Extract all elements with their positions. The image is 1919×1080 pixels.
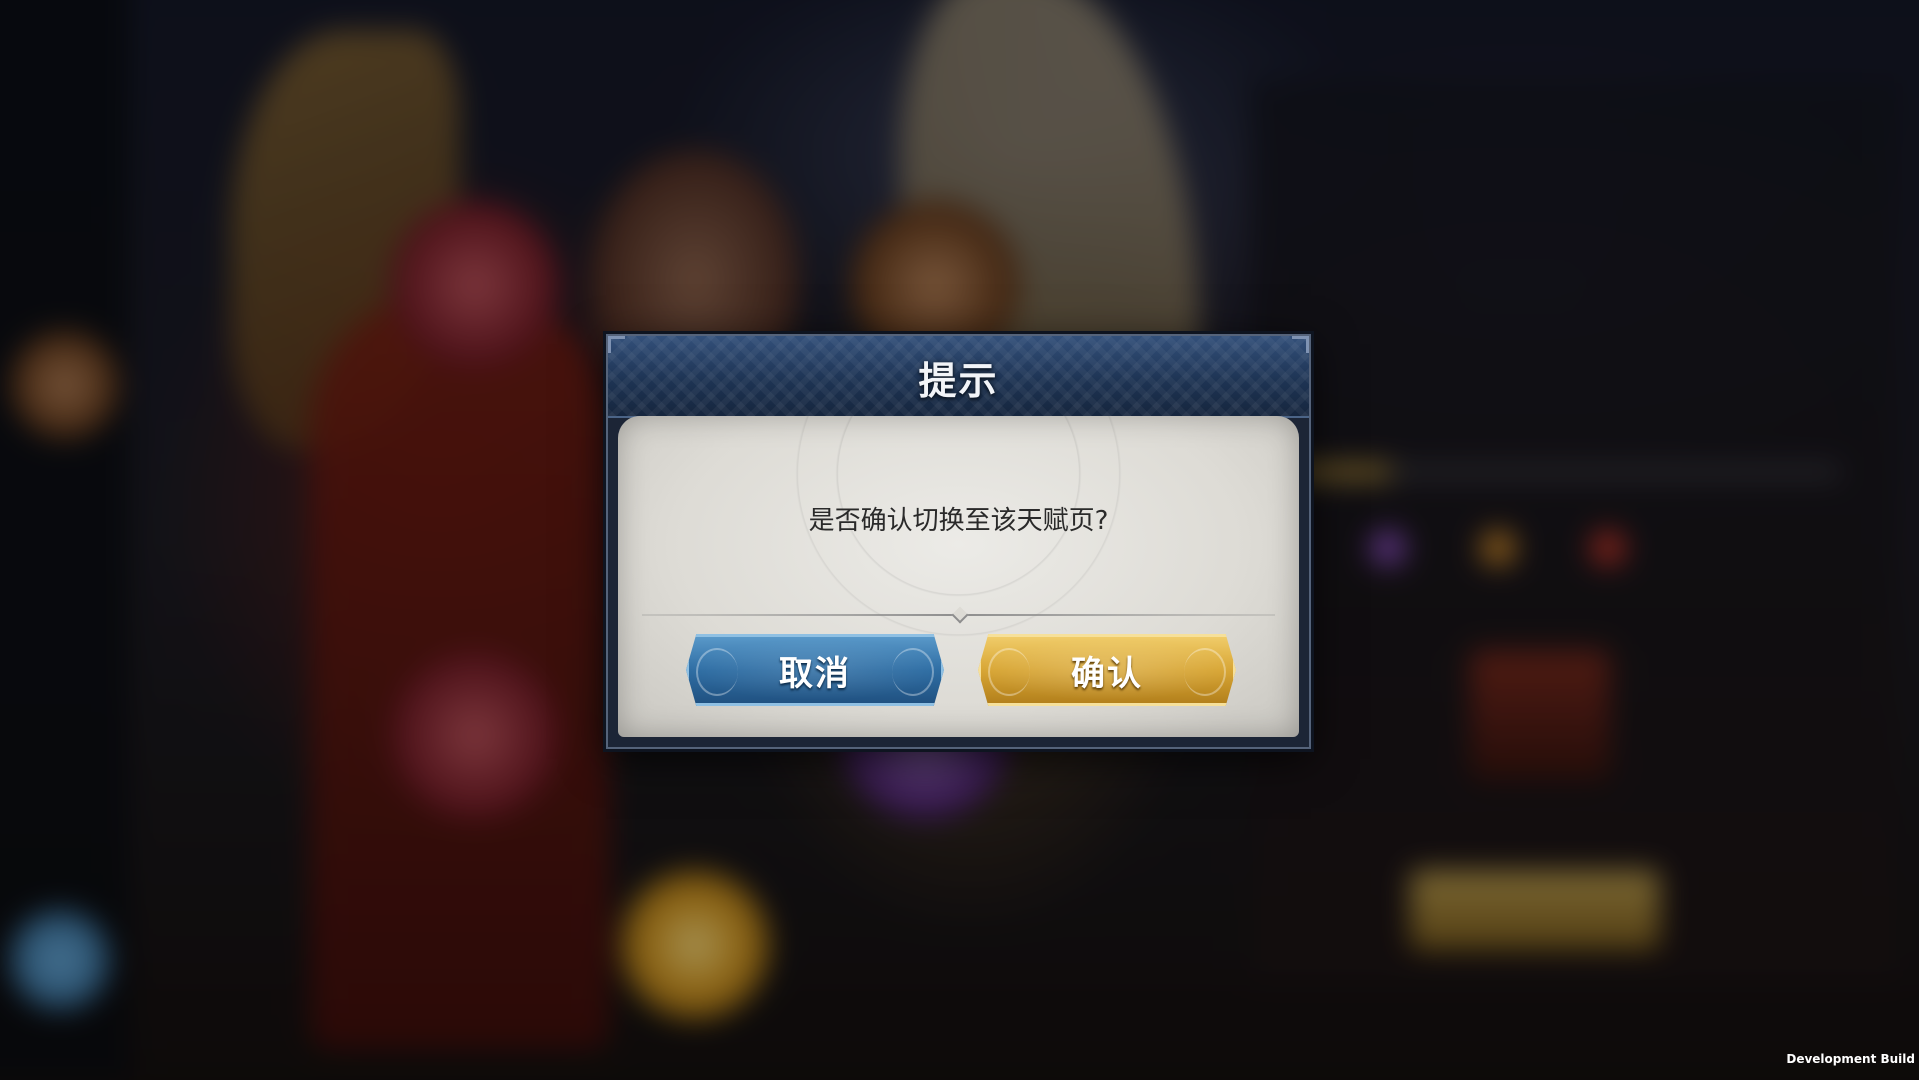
dialog-message: 是否确认切换至该天赋页?	[808, 506, 1109, 536]
button-ornament-right	[892, 648, 934, 696]
development-build-watermark: Development Build	[1786, 1052, 1915, 1066]
button-ornament-left	[988, 648, 1030, 696]
confirm-button[interactable]: 确认	[978, 634, 1236, 706]
dialog-body: 是否确认切换至该天赋页? 取消 确认	[618, 416, 1299, 737]
confirm-button-label: 确认	[1071, 653, 1143, 694]
divider-ornament	[951, 606, 968, 624]
button-ornament-left	[696, 648, 738, 696]
button-ornament-right	[1184, 648, 1226, 696]
confirm-dialog: 提示 是否确认切换至该天赋页? 取消 确认	[606, 334, 1311, 749]
cancel-button-label: 取消	[779, 653, 851, 694]
dialog-title: 提示	[918, 359, 999, 403]
dialog-header: 提示	[608, 336, 1309, 418]
cancel-button[interactable]: 取消	[686, 634, 944, 706]
